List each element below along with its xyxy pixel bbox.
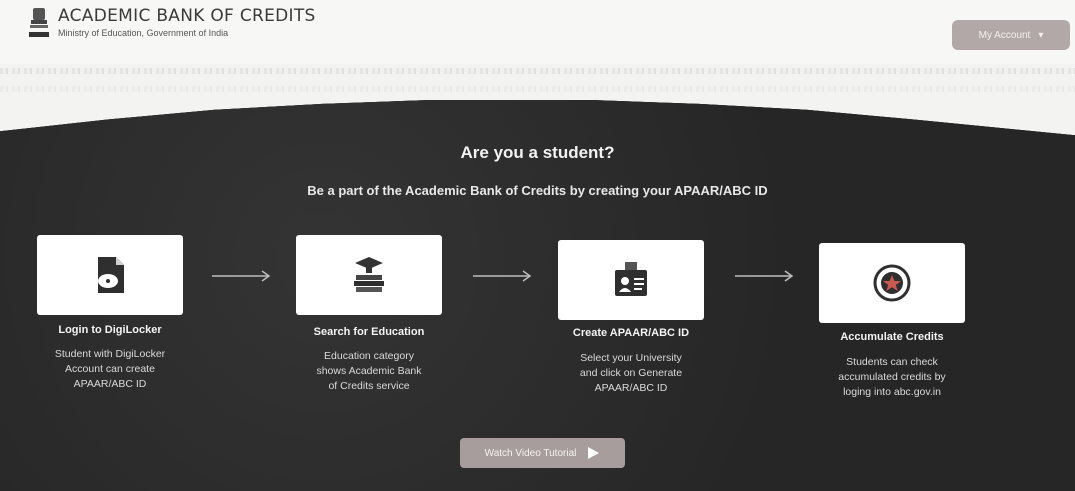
step-description: Students can check accumulated credits b… [838, 356, 946, 398]
star-badge-icon [873, 264, 911, 302]
step-description: Student with DigiLocker Account can crea… [54, 348, 166, 390]
id-card-icon [615, 262, 647, 296]
step-title: Accumulate Credits [840, 331, 944, 343]
step-description: Education category shows Academic Bank o… [316, 350, 422, 392]
my-account-label: My Account [978, 29, 1031, 41]
step-card-education [296, 235, 442, 315]
step-description: Select your University and click on Gene… [579, 352, 683, 394]
step-title: Search for Education [313, 326, 425, 338]
arrow-right-icon [735, 270, 794, 282]
site-subtitle: Ministry of Education, Government of Ind… [58, 28, 229, 38]
watch-video-label: Watch Video Tutorial [484, 447, 577, 459]
play-icon [588, 447, 600, 459]
hero-subline: Be a part of the Academic Bank of Credit… [307, 183, 768, 198]
chevron-down-icon: ▾ [1038, 29, 1044, 41]
site-header: ACADEMIC BANK OF CREDITS Ministry of Edu… [0, 0, 1075, 64]
divider [0, 86, 1075, 92]
step-card-create-id [558, 240, 704, 320]
national-emblem-icon [29, 8, 49, 37]
watch-video-button[interactable]: Watch Video Tutorial [460, 438, 625, 468]
step-title: Create APAAR/ABC ID [572, 327, 690, 339]
step-title: Login to DigiLocker [58, 324, 162, 336]
step-card-credits [819, 243, 965, 323]
arrow-right-icon [473, 270, 532, 282]
hero-headline: Are you a student? [460, 143, 615, 162]
site-title: ACADEMIC BANK OF CREDITS [58, 6, 316, 26]
step-card-digilocker [37, 235, 183, 315]
digilocker-icon [98, 257, 124, 293]
my-account-button[interactable]: My Account ▾ [952, 20, 1070, 50]
divider [0, 68, 1075, 74]
books-icon [354, 257, 384, 292]
arrow-right-icon [212, 270, 271, 282]
